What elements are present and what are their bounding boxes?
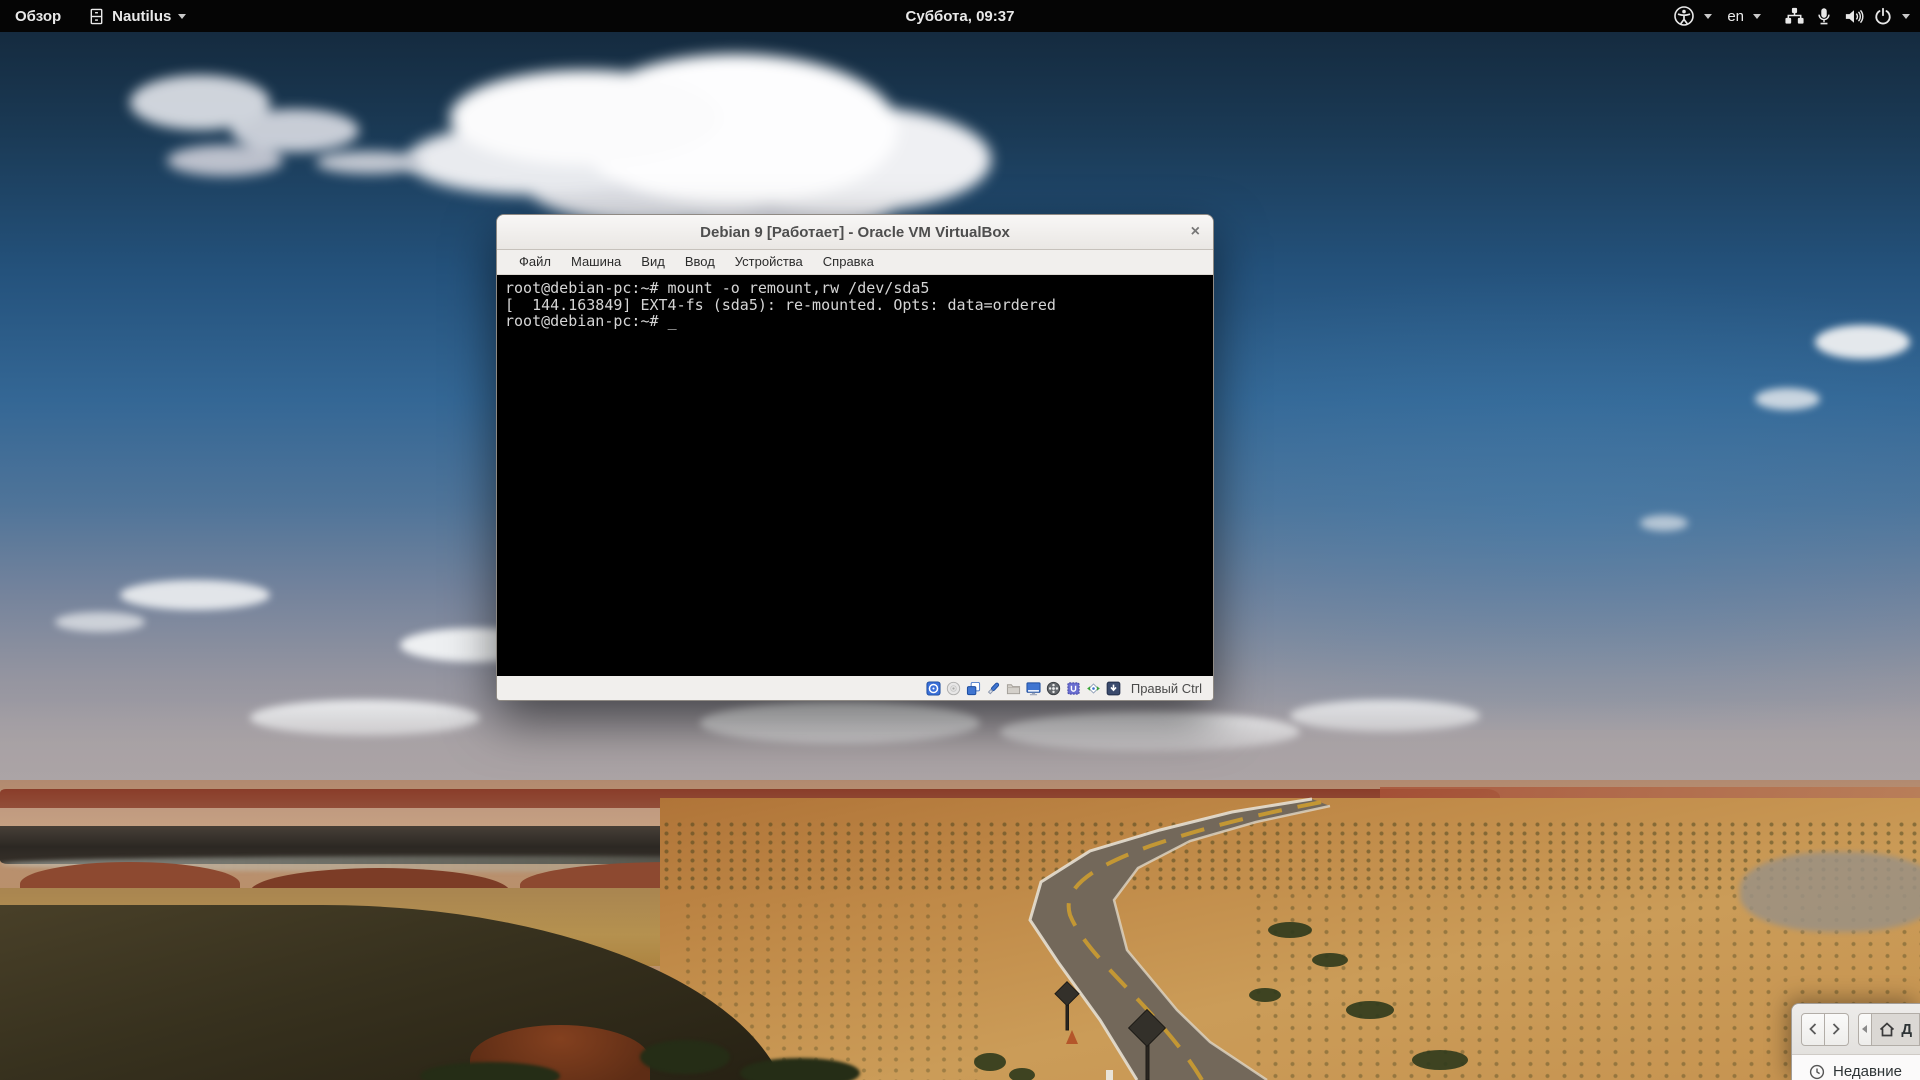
pathbar-home-segment[interactable]: Д bbox=[1872, 1012, 1920, 1046]
usb-icon[interactable] bbox=[986, 681, 1001, 696]
terminal-line: root@debian-pc:~# mount -o remount,rw /d… bbox=[505, 279, 930, 297]
terminal-line: [ 144.163849] EXT4-fs (sda5): re-mounted… bbox=[505, 295, 1056, 314]
vm-window-title: Debian 9 [Работает] - Oracle VM VirtualB… bbox=[700, 223, 1010, 241]
aggregate-menu[interactable] bbox=[1780, 6, 1914, 27]
shared-folders-icon[interactable] bbox=[1006, 681, 1021, 696]
chevron-down-icon bbox=[178, 13, 187, 19]
harddisk-icon[interactable] bbox=[926, 680, 941, 696]
mouse-integration-icon[interactable] bbox=[1086, 681, 1101, 696]
optical-disk-icon[interactable] bbox=[946, 681, 961, 696]
terminal-line: root@debian-pc:~# _ bbox=[505, 312, 677, 330]
bush bbox=[740, 1058, 860, 1080]
app-menu-label: Nautilus bbox=[112, 7, 172, 25]
nautilus-app-icon bbox=[88, 8, 105, 25]
pathbar-label: Д bbox=[1901, 1020, 1912, 1038]
nautilus-header-bar[interactable]: Д bbox=[1792, 1004, 1920, 1055]
terminal-cursor: _ bbox=[667, 312, 677, 330]
menu-help[interactable]: Справка bbox=[813, 250, 884, 274]
network-wired-icon bbox=[1784, 6, 1805, 27]
close-button[interactable]: × bbox=[1191, 215, 1200, 249]
menu-machine[interactable]: Машина bbox=[561, 250, 631, 274]
power-icon bbox=[1873, 6, 1893, 26]
system-status-area: en bbox=[1673, 0, 1914, 32]
back-button[interactable] bbox=[1801, 1012, 1825, 1046]
sidebar-item-label: Недавние bbox=[1833, 1063, 1902, 1080]
host-key-icon[interactable] bbox=[1106, 681, 1121, 696]
menu-view[interactable]: Вид bbox=[631, 250, 675, 274]
chevron-left-icon bbox=[1809, 1023, 1817, 1035]
virtualbox-window: Debian 9 [Работает] - Oracle VM VirtualB… bbox=[496, 214, 1214, 701]
vm-menu-bar: Файл Машина Вид Ввод Устройства Справка bbox=[497, 250, 1213, 275]
home-icon bbox=[1880, 1021, 1895, 1036]
desktop: Обзор Nautilus Суббота, 09:37 en Debian … bbox=[0, 0, 1920, 1080]
clock[interactable]: Суббота, 09:37 bbox=[906, 8, 1015, 25]
bush bbox=[640, 1040, 730, 1074]
host-key-label: Правый Ctrl bbox=[1130, 680, 1202, 696]
keyboard-layout-indicator[interactable]: en bbox=[1727, 8, 1744, 25]
display-icon[interactable] bbox=[1026, 681, 1041, 696]
forward-button[interactable] bbox=[1824, 1012, 1849, 1046]
microphone-icon bbox=[1814, 6, 1834, 26]
video-capture-icon[interactable] bbox=[1046, 681, 1061, 696]
sidebar-item-recent[interactable]: Недавние bbox=[1792, 1055, 1920, 1080]
menu-input[interactable]: Ввод bbox=[675, 250, 725, 274]
volume-icon bbox=[1843, 6, 1864, 27]
triangle-left-icon bbox=[1862, 1025, 1868, 1033]
chevron-down-icon[interactable] bbox=[1753, 13, 1761, 19]
activities-button[interactable]: Обзор bbox=[0, 0, 76, 32]
top-bar: Обзор Nautilus Суббота, 09:37 en bbox=[0, 0, 1920, 32]
app-menu[interactable]: Nautilus bbox=[76, 0, 198, 32]
menu-file[interactable]: Файл bbox=[509, 250, 561, 274]
accessibility-icon[interactable] bbox=[1673, 5, 1695, 27]
nautilus-window: Д Недавние bbox=[1791, 1003, 1920, 1080]
chevron-down-icon bbox=[1902, 13, 1910, 19]
chevron-down-icon[interactable] bbox=[1704, 13, 1713, 19]
vm-console-screen[interactable]: root@debian-pc:~# mount -o remount,rw /d… bbox=[497, 275, 1213, 676]
menu-devices[interactable]: Устройства bbox=[725, 250, 813, 274]
network-adapters-icon[interactable] bbox=[966, 681, 981, 696]
vm-status-bar: Правый Ctrl bbox=[497, 676, 1213, 700]
clock-icon bbox=[1809, 1064, 1825, 1079]
chevron-right-icon bbox=[1833, 1023, 1841, 1035]
pathbar-scroll-left-button[interactable] bbox=[1857, 1012, 1873, 1046]
vm-title-bar[interactable]: Debian 9 [Работает] - Oracle VM VirtualB… bbox=[497, 215, 1213, 250]
cpu-features-icon[interactable] bbox=[1066, 681, 1081, 696]
